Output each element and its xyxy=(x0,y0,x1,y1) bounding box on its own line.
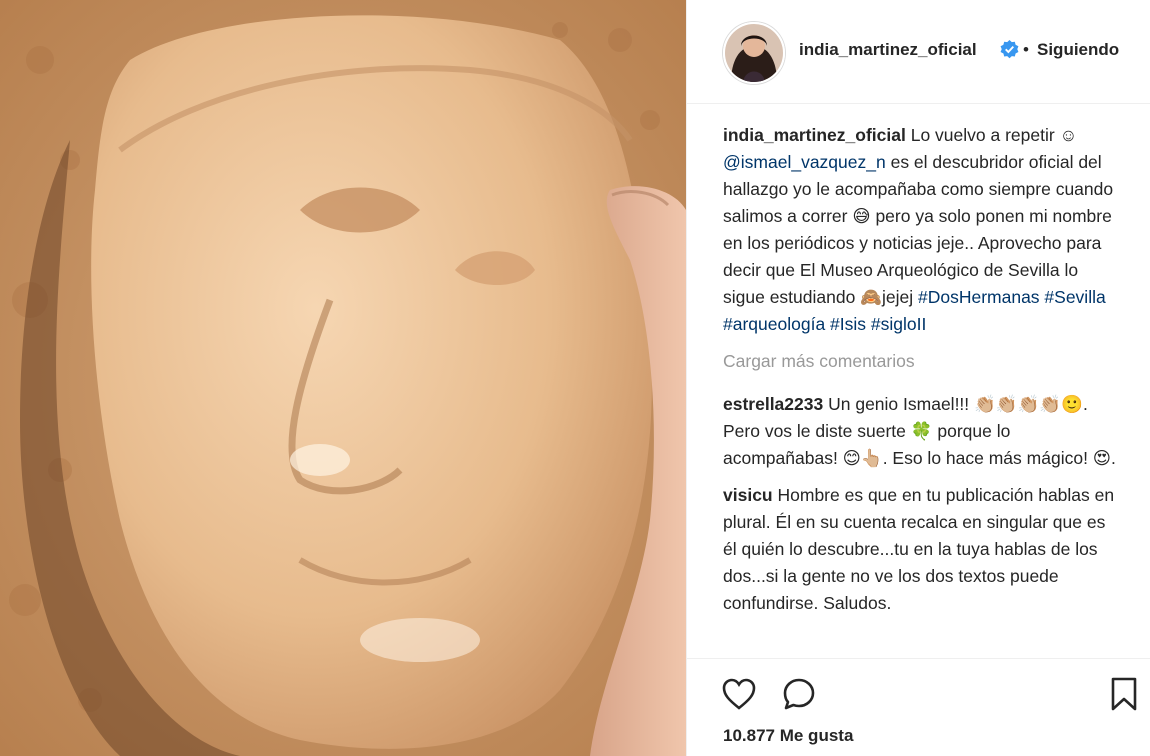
likes-count[interactable]: 10.877 Me gusta xyxy=(723,726,853,746)
comment-icon[interactable] xyxy=(781,676,817,712)
comment-username[interactable]: visicu xyxy=(723,485,773,505)
caption-text-2: es el descubridor oficial del hallazgo y… xyxy=(723,152,1114,307)
instagram-post: india_martinez_oficial • Siguiendo india… xyxy=(0,0,1150,756)
action-bar: 10.877 Me gusta xyxy=(687,658,1150,756)
header-username[interactable]: india_martinez_oficial xyxy=(799,40,977,60)
post-photo[interactable] xyxy=(0,0,686,756)
caption-username[interactable]: india_martinez_oficial xyxy=(723,125,906,145)
caption: india_martinez_oficial Lo vuelvo a repet… xyxy=(723,122,1123,338)
header-separator: • xyxy=(1023,40,1029,59)
comment-username[interactable]: estrella2233 xyxy=(723,394,823,414)
comment-text: Hombre es que en tu publicación hablas e… xyxy=(723,485,1115,613)
caption-mention-link[interactable]: @ismael_vazquez_n xyxy=(723,152,886,172)
avatar[interactable] xyxy=(723,22,785,84)
follow-status-button[interactable]: Siguiendo xyxy=(1037,40,1119,60)
post-header: india_martinez_oficial • Siguiendo xyxy=(687,0,1150,104)
comment-item: estrella2233 Un genio Ismael!!! 👏🏼👏🏼👏🏼👏🏼… xyxy=(723,391,1123,472)
comment-item: visicu Hombre es que en tu publicación h… xyxy=(723,482,1123,617)
sculpture-photo-illustration xyxy=(0,0,686,756)
post-sidebar: india_martinez_oficial • Siguiendo india… xyxy=(686,0,1150,756)
load-more-comments-link[interactable]: Cargar más comentarios xyxy=(723,348,1123,375)
heart-icon[interactable] xyxy=(721,676,757,712)
bookmark-icon[interactable] xyxy=(1109,676,1139,712)
verified-badge-icon xyxy=(1000,40,1019,59)
caption-text-1: Lo vuelvo a repetir ☺ xyxy=(910,125,1078,145)
avatar-image xyxy=(725,24,783,82)
comments-list: india_martinez_oficial Lo vuelvo a repet… xyxy=(723,122,1123,627)
